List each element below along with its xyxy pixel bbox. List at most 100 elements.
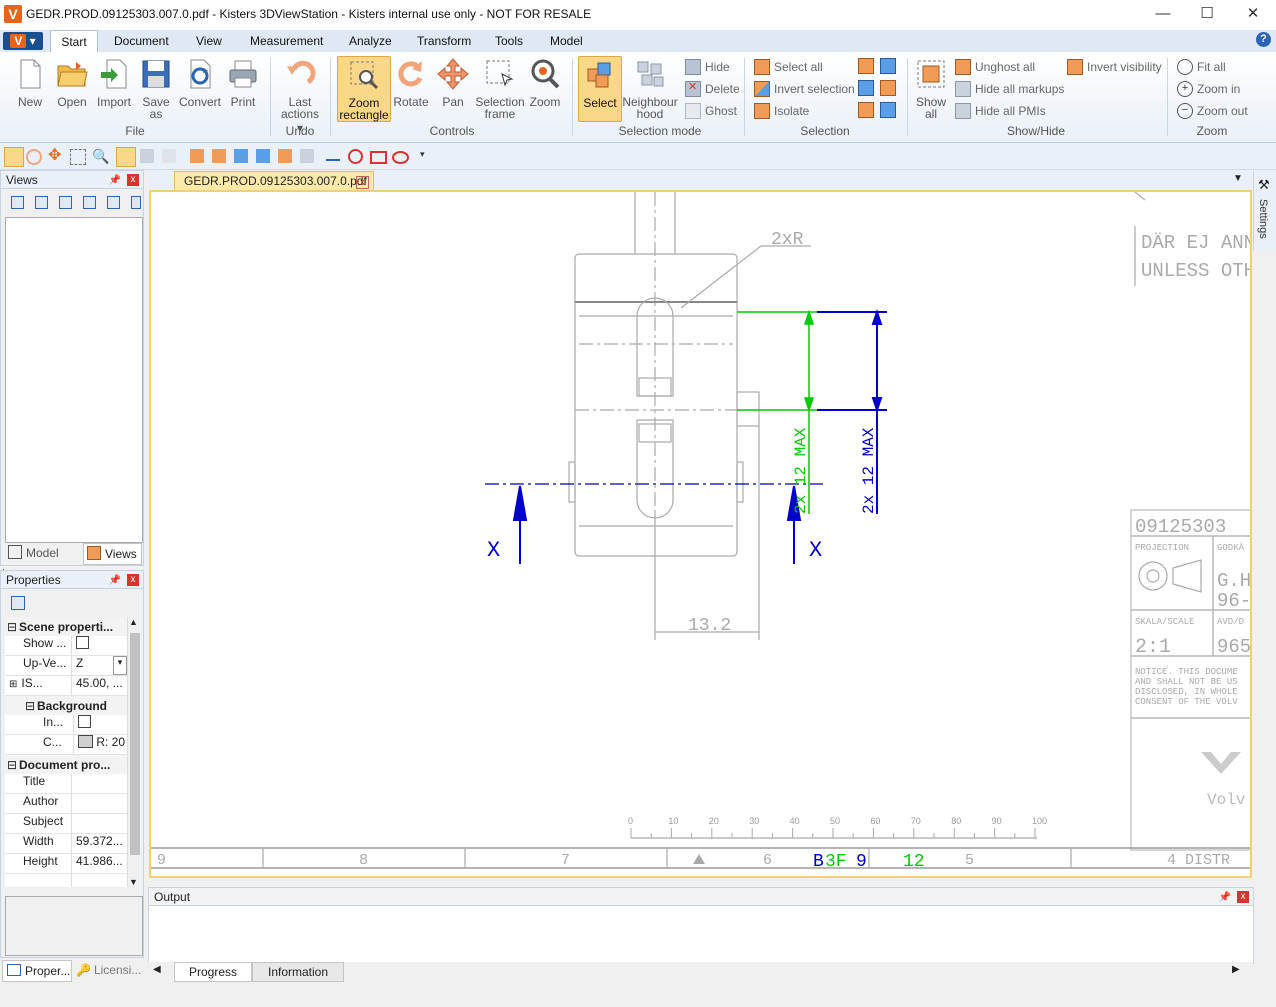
rectangle-markup-icon[interactable]	[370, 151, 387, 164]
ghost-button[interactable]: Ghost	[685, 101, 737, 121]
zoom-rectangle-tool-icon[interactable]	[4, 147, 24, 167]
drawing-viewport[interactable]: 2xR 13.2 2x 12 MAX 2x 12 MAX X X DÄR EJ …	[149, 190, 1252, 878]
property-row[interactable]: Author	[5, 794, 127, 814]
tab-analyze[interactable]: Analyze	[349, 30, 392, 52]
in-checkbox[interactable]	[78, 715, 91, 728]
help-icon[interactable]: ?	[1256, 32, 1271, 47]
views-list[interactable]	[5, 217, 143, 543]
document-tab[interactable]: GEDR.PROD.09125303.007.0.pdf x	[174, 171, 374, 191]
color-swatch[interactable]	[78, 735, 93, 748]
cube-tool-icon[interactable]	[190, 149, 204, 163]
scene-properties-category[interactable]: ⊟ Scene properti...	[5, 617, 127, 636]
view-add-icon[interactable]	[35, 196, 48, 209]
scroll-left-icon[interactable]: ◀	[153, 964, 161, 975]
property-row[interactable]: Height 41.986...	[5, 854, 127, 874]
property-row[interactable]: Show ...	[5, 636, 127, 656]
settings-side-tab[interactable]: ⚒ Settings	[1253, 171, 1276, 251]
close-tab-icon[interactable]: x	[356, 176, 369, 189]
selection-tool-icon[interactable]	[858, 80, 874, 96]
zoom-rectangle-button[interactable]: Zoom rectangle	[337, 56, 391, 122]
minimize-button[interactable]: —	[1140, 0, 1186, 30]
zoom-in-button[interactable]: + Zoom in	[1177, 79, 1240, 99]
ghost-tool-icon[interactable]	[162, 149, 176, 163]
close-panel-icon[interactable]: x	[1237, 891, 1249, 903]
cube-tool-icon[interactable]	[234, 149, 248, 163]
app-menu-button[interactable]: V ▾	[3, 32, 43, 50]
open-button[interactable]: Open	[51, 56, 93, 109]
delete-button[interactable]: ✕ Delete	[685, 79, 740, 99]
selection-tool-icon[interactable]	[880, 102, 896, 118]
fit-all-button[interactable]: Fit all	[1177, 57, 1226, 77]
scroll-down-icon[interactable]: ▼	[129, 877, 138, 887]
pan-button[interactable]: Pan	[432, 56, 474, 109]
property-row[interactable]: In...	[5, 715, 127, 735]
tab-tools[interactable]: Tools	[495, 30, 523, 52]
save-as-button[interactable]: Save as	[135, 56, 177, 121]
cube-tool-icon[interactable]	[278, 149, 292, 163]
properties-scrollbar[interactable]: ▲ ▼	[127, 617, 142, 887]
new-button[interactable]: New	[9, 56, 51, 109]
scroll-up-icon[interactable]: ▲	[129, 617, 138, 627]
pin-icon[interactable]: 📌	[1219, 889, 1231, 907]
view-next-icon[interactable]	[131, 196, 141, 209]
scroll-right-icon[interactable]: ▶	[1232, 964, 1240, 975]
properties-tab[interactable]: Proper...	[2, 960, 72, 982]
circle-markup-icon[interactable]	[348, 149, 363, 164]
dropdown-chevron-icon[interactable]: ▾	[113, 656, 127, 675]
invert-visibility-button[interactable]: Invert visibility	[1067, 57, 1162, 77]
tab-list-dropdown-icon[interactable]: ▼	[1233, 173, 1243, 184]
cube-tool-icon[interactable]	[256, 149, 270, 163]
property-row[interactable]: Up-Ve... Z ▾	[5, 656, 127, 676]
views-tab[interactable]: Views	[83, 543, 142, 565]
close-panel-icon[interactable]: x	[127, 174, 139, 186]
select-all-button[interactable]: Select all	[754, 57, 823, 77]
pin-icon[interactable]: 📌	[109, 172, 121, 190]
hide-all-pmis-button[interactable]: Hide all PMIs	[955, 101, 1046, 121]
property-row[interactable]: C... R: 20	[5, 735, 127, 755]
isolate-button[interactable]: Isolate	[754, 101, 809, 121]
tab-document[interactable]: Document	[114, 30, 169, 52]
show-all-button[interactable]: Show all	[910, 56, 952, 121]
cloud-markup-icon[interactable]	[392, 151, 409, 164]
selection-frame-tool-icon[interactable]	[70, 149, 86, 165]
view-delete-icon[interactable]	[83, 196, 96, 209]
neighbourhood-tool-icon[interactable]	[140, 149, 154, 163]
zoom-out-button[interactable]: − Zoom out	[1177, 101, 1248, 121]
select-mode-button[interactable]: Select	[578, 56, 622, 122]
pan-tool-icon[interactable]: ✥	[48, 147, 66, 165]
selection-tool-icon[interactable]	[858, 58, 874, 74]
tab-measurement[interactable]: Measurement	[250, 30, 323, 52]
tab-transform[interactable]: Transform	[417, 30, 471, 52]
import-button[interactable]: Import	[93, 56, 135, 109]
licensing-tab[interactable]: 🔑 Licensi...	[73, 960, 143, 980]
cube-tool-icon[interactable]	[300, 149, 314, 163]
toolbar-overflow-icon[interactable]: ▾	[420, 149, 425, 160]
view-home-icon[interactable]	[11, 196, 24, 209]
model-tree-tab[interactable]: Model tree	[2, 543, 82, 580]
tab-start[interactable]: Start	[50, 30, 98, 53]
document-properties-category[interactable]: ⊟ Document pro...	[5, 755, 127, 774]
maximize-button[interactable]: ☐	[1184, 0, 1230, 30]
view-previous-icon[interactable]	[107, 196, 120, 209]
tab-view[interactable]: View	[196, 30, 222, 52]
zoom-tool-icon[interactable]: 🔍	[92, 147, 110, 165]
information-tab[interactable]: Information	[252, 962, 344, 982]
select-tool-icon[interactable]	[116, 147, 136, 167]
measure-tool-icon[interactable]	[326, 149, 340, 161]
property-row[interactable]: Title	[5, 774, 127, 794]
print-button[interactable]: Print	[222, 56, 264, 109]
rotate-tool-icon[interactable]	[26, 149, 42, 165]
selection-tool-icon[interactable]	[880, 80, 896, 96]
scrollbar-thumb[interactable]	[130, 633, 140, 855]
rotate-button[interactable]: Rotate	[390, 56, 432, 109]
copy-properties-icon[interactable]	[11, 596, 25, 610]
property-row[interactable]: ⊞ IS... 45.00, ...	[5, 676, 127, 696]
invert-selection-button[interactable]: Invert selection	[754, 79, 855, 99]
neighbourhood-button[interactable]: Neighbour hood	[621, 56, 679, 121]
show-checkbox[interactable]	[76, 636, 89, 649]
zoom-button[interactable]: Zoom	[524, 56, 566, 109]
convert-button[interactable]: Convert	[177, 56, 223, 109]
view-refresh-icon[interactable]	[59, 196, 72, 209]
unghost-all-button[interactable]: Unghost all	[955, 57, 1035, 77]
cube-tool-icon[interactable]	[212, 149, 226, 163]
